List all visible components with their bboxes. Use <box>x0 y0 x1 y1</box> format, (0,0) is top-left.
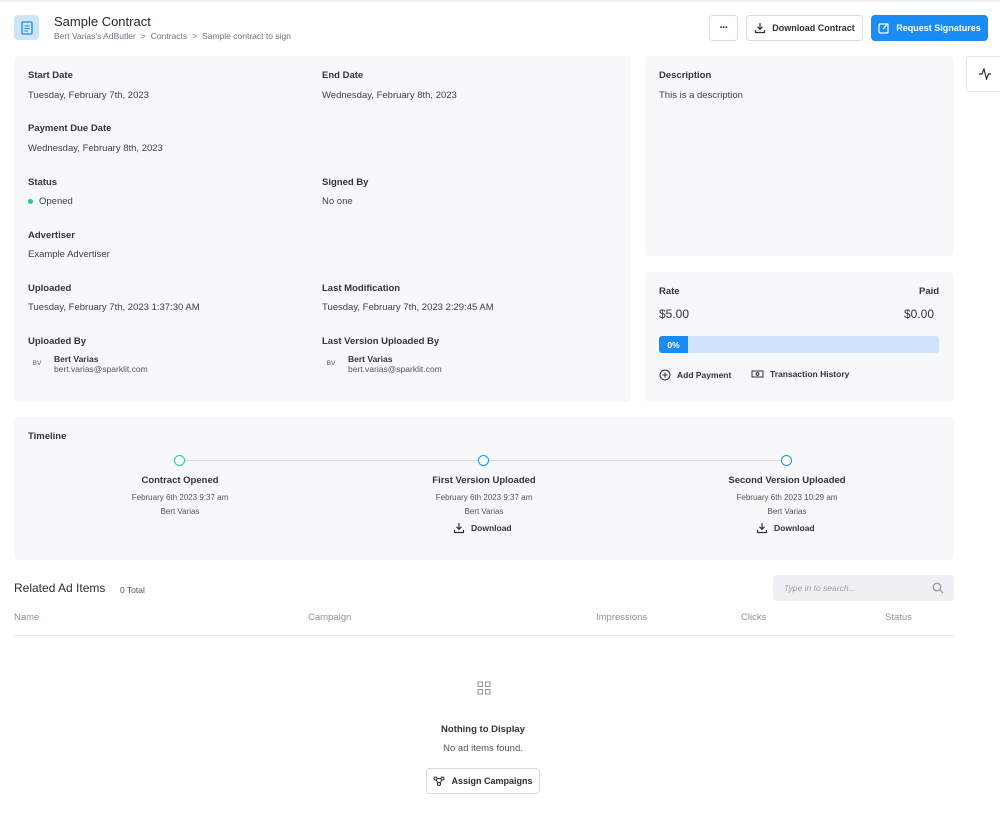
timeline-event-date: February 6th 2023 9:37 am <box>131 493 229 502</box>
download-icon <box>453 523 465 534</box>
timeline-event-user: Bert Varias <box>767 507 807 516</box>
last-version-by-label: Last Version Uploaded By <box>322 336 440 347</box>
last-modification-value: Tuesday, February 7th, 2023 2:29:45 AM <box>322 302 494 313</box>
description-label: Description <box>659 70 712 81</box>
column-header-status[interactable]: Status <box>885 612 912 623</box>
request-signatures-label: Request Signatures <box>896 23 981 33</box>
search-placeholder: Type in to search... <box>784 583 856 593</box>
rate-value: $5.00 <box>659 307 690 321</box>
document-icon <box>14 15 39 40</box>
start-date-label: Start Date <box>28 70 73 81</box>
more-icon: ··· <box>719 22 729 34</box>
breadcrumb-account[interactable]: Bert Varias's AdButler <box>54 31 136 41</box>
timeline-event-date: February 6th 2023 9:37 am <box>435 493 533 502</box>
signed-by-value: No one <box>322 196 353 207</box>
timeline-event-user: Bert Varias <box>160 507 200 516</box>
last-modification-label: Last Modification <box>322 283 401 294</box>
column-header-impressions[interactable]: Impressions <box>596 612 647 623</box>
breadcrumb-separator: > <box>140 31 146 41</box>
assign-campaigns-button[interactable]: Assign Campaigns <box>426 768 540 794</box>
timeline-label: Timeline <box>28 431 67 442</box>
empty-state-subtitle: No ad items found. <box>443 743 523 754</box>
download-icon <box>756 523 768 534</box>
download-version-label: Download <box>471 523 512 533</box>
download-version-button[interactable]: Download <box>453 522 512 534</box>
campaign-icon <box>433 776 445 786</box>
description-card <box>645 56 954 256</box>
timeline-event-title: First Version Uploaded <box>432 475 536 486</box>
timeline-event-title: Contract Opened <box>141 475 219 486</box>
advertiser-value: Example Advertiser <box>28 249 110 260</box>
avatar: BV <box>326 359 336 367</box>
add-payment-button[interactable]: Add Payment <box>659 369 731 381</box>
transaction-history-label: Transaction History <box>770 369 850 379</box>
table-header-divider <box>14 635 954 636</box>
page-title: Sample Contract <box>54 14 151 29</box>
transaction-history-button[interactable]: Transaction History <box>751 369 849 379</box>
request-signatures-button[interactable]: Request Signatures <box>871 15 988 41</box>
rate-label: Rate <box>659 286 680 297</box>
start-date-value: Tuesday, February 7th, 2023 <box>28 90 149 101</box>
contract-details-card <box>14 56 631 402</box>
activity-icon <box>978 68 991 80</box>
column-header-clicks[interactable]: Clicks <box>741 612 766 623</box>
top-divider <box>0 0 1000 2</box>
timeline-event-user: Bert Varias <box>464 507 504 516</box>
timeline-node-icon <box>478 455 489 466</box>
payment-due-label: Payment Due Date <box>28 123 112 134</box>
edit-icon <box>878 23 889 34</box>
empty-state-title: Nothing to Display <box>441 724 525 735</box>
status-value: Opened <box>28 196 73 207</box>
column-header-campaign[interactable]: Campaign <box>308 612 351 623</box>
uploaded-label: Uploaded <box>28 283 72 294</box>
last-version-by-name: Bert Varias <box>348 354 393 364</box>
timeline-node-icon <box>781 455 792 466</box>
timeline-event-title: Second Version Uploaded <box>728 475 846 486</box>
more-options-button[interactable]: ··· <box>709 15 738 41</box>
payment-progress-fill: 0% <box>659 336 688 353</box>
related-total-count: 0 Total <box>120 585 145 595</box>
paid-value: $0.00 <box>904 307 935 321</box>
column-header-name[interactable]: Name <box>14 612 39 623</box>
last-version-by-email: bert.varias@sparklit.com <box>348 364 442 374</box>
advertiser-label: Advertiser <box>28 230 75 241</box>
grid-icon <box>477 681 491 698</box>
download-contract-label: Download Contract <box>772 23 855 33</box>
assign-campaigns-label: Assign Campaigns <box>451 776 533 786</box>
download-icon <box>755 23 766 34</box>
download-version-label: Download <box>774 523 815 533</box>
end-date-value: Wednesday, February 8th, 2023 <box>322 90 457 101</box>
timeline-event-date: February 6th 2023 10:29 am <box>736 493 838 502</box>
uploaded-by-email: bert.varias@sparklit.com <box>54 364 148 374</box>
payment-progress-bar: 0% <box>659 336 939 353</box>
breadcrumb-current: Sample contract to sign <box>202 31 291 41</box>
paid-label: Paid <box>919 286 940 297</box>
plus-circle-icon <box>659 369 671 381</box>
activity-panel-toggle[interactable] <box>966 56 1000 92</box>
search-icon <box>932 582 944 594</box>
uploaded-value: Tuesday, February 7th, 2023 1:37:30 AM <box>28 302 200 313</box>
timeline-card <box>14 417 954 560</box>
payment-progress-label: 0% <box>667 339 680 350</box>
uploaded-by-label: Uploaded By <box>28 336 87 347</box>
breadcrumb-contracts[interactable]: Contracts <box>151 31 187 41</box>
cash-icon <box>751 370 764 378</box>
timeline-node-icon <box>174 455 185 466</box>
status-label: Status <box>28 177 58 188</box>
status-dot-icon <box>28 198 33 204</box>
status-text: Opened <box>39 196 73 207</box>
payment-due-value: Wednesday, February 8th, 2023 <box>28 143 163 154</box>
end-date-label: End Date <box>322 70 364 81</box>
download-version-button[interactable]: Download <box>756 522 815 534</box>
breadcrumb-separator: > <box>192 31 198 41</box>
related-ad-items-title: Related Ad Items <box>14 581 106 595</box>
add-payment-label: Add Payment <box>677 370 732 380</box>
description-value: This is a description <box>659 90 743 101</box>
download-contract-button[interactable]: Download Contract <box>746 15 863 41</box>
search-input[interactable]: Type in to search... <box>773 575 954 601</box>
avatar: BV <box>32 359 42 367</box>
breadcrumb: Bert Varias's AdButler > Contracts > Sam… <box>54 31 291 41</box>
uploaded-by-name: Bert Varias <box>54 354 99 364</box>
signed-by-label: Signed By <box>322 177 369 188</box>
